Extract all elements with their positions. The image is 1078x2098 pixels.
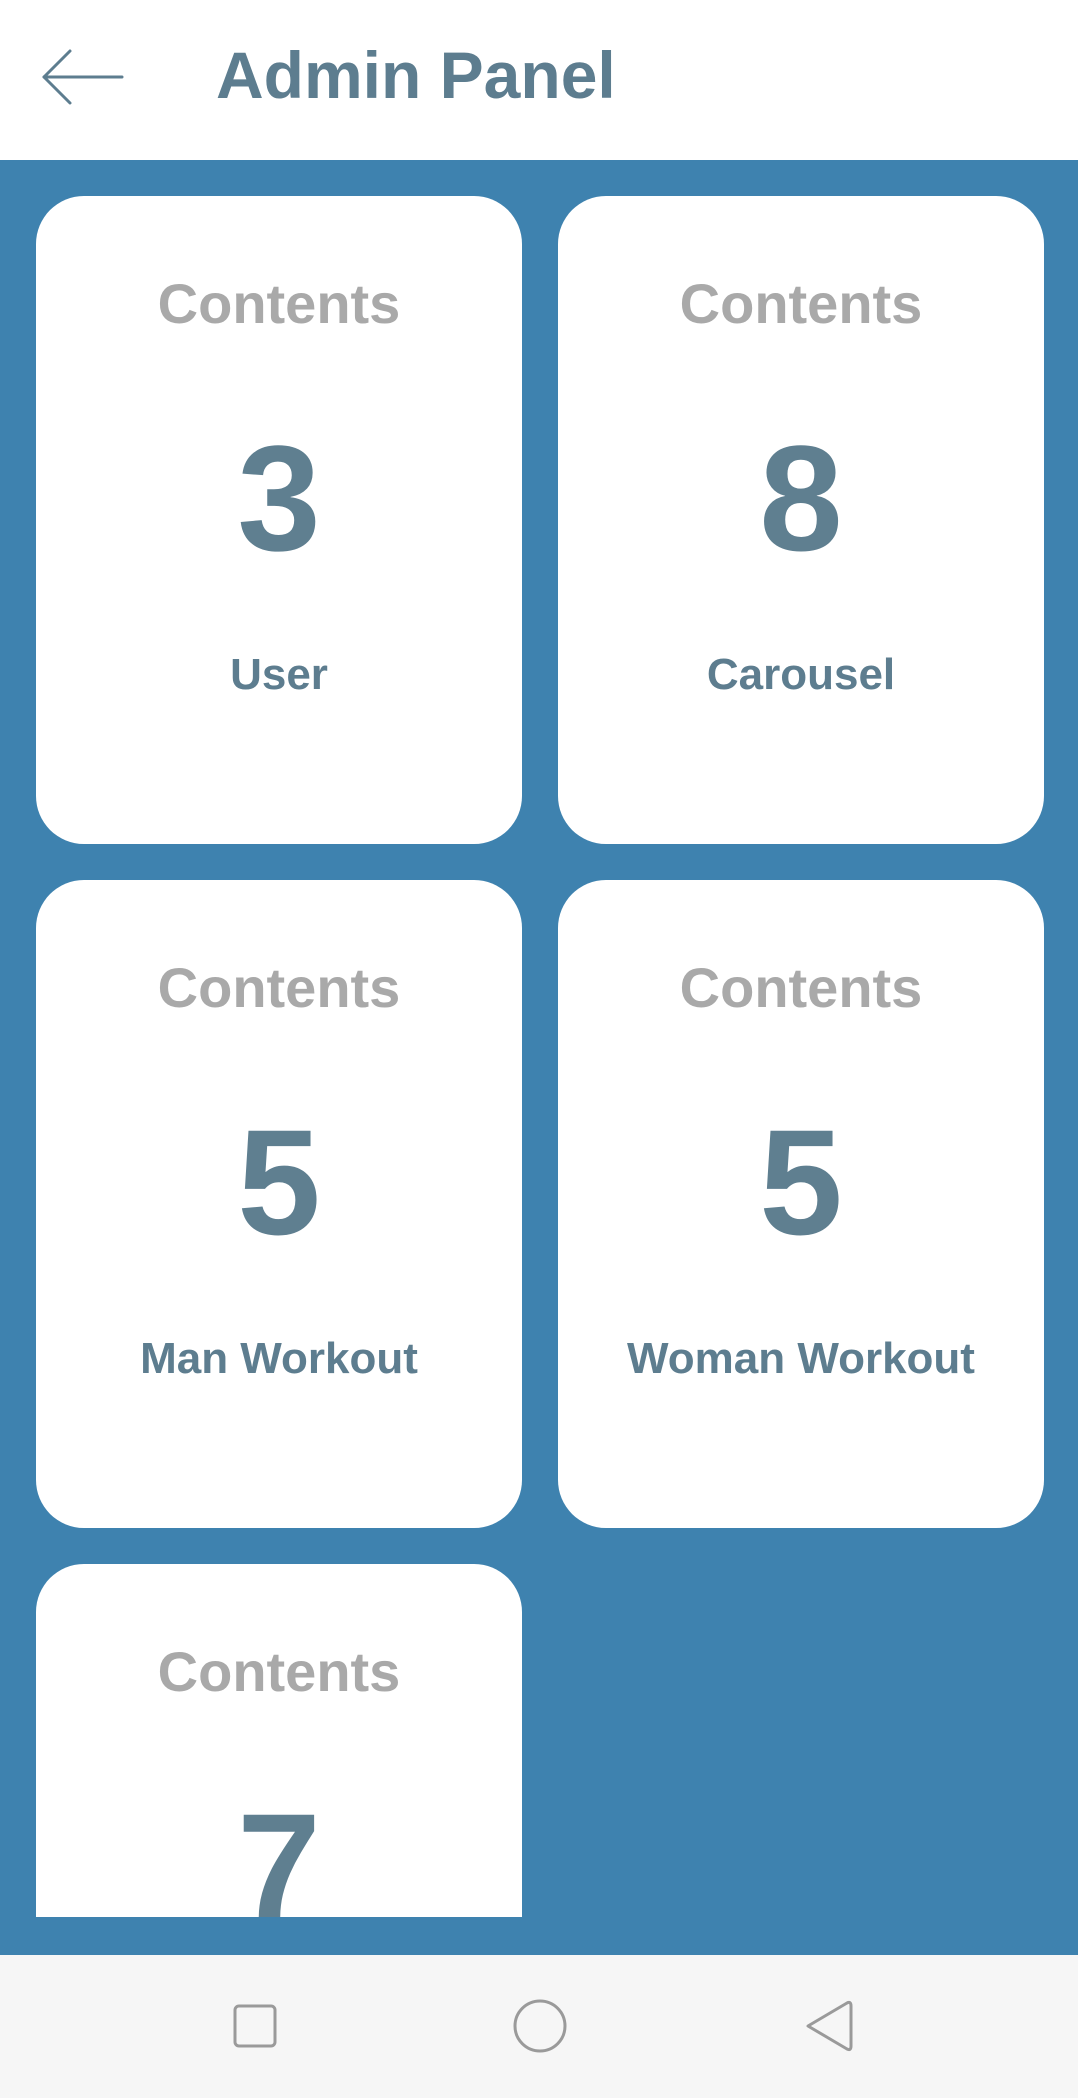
card-label: Woman Workout — [627, 1334, 975, 1383]
card-count: 8 — [759, 414, 843, 582]
card-count: 5 — [237, 1098, 321, 1266]
card-label: Man Workout — [140, 1334, 418, 1383]
triangle-back-icon — [806, 2000, 853, 2052]
card-heading: Contents — [157, 1640, 401, 1703]
card-heading: Contents — [679, 956, 923, 1019]
back-button[interactable] — [36, 40, 126, 114]
card-heading: Contents — [679, 272, 923, 335]
square-icon — [233, 2004, 277, 2048]
card-label: Carousel — [706, 650, 896, 699]
system-back-button[interactable] — [795, 1991, 865, 2061]
card-label: User — [230, 650, 328, 699]
circle-icon — [513, 1999, 567, 2053]
card-user[interactable]: Contents 3 User — [36, 196, 522, 844]
card-partial[interactable]: Contents 7 — [36, 1564, 522, 1917]
card-man-workout[interactable]: Contents 5 Man Workout — [36, 880, 522, 1528]
system-nav-bar — [0, 1955, 1078, 2098]
card-heading: Contents — [157, 956, 401, 1019]
arrow-left-icon — [42, 49, 124, 105]
app-bar: Admin Panel — [0, 0, 1078, 160]
dashboard-grid: Contents 3 User Contents 8 Carousel Cont… — [0, 160, 1078, 1955]
recents-button[interactable] — [220, 1991, 290, 2061]
card-carousel[interactable]: Contents 8 Carousel — [558, 196, 1044, 844]
card-heading: Contents — [157, 272, 401, 335]
card-count: 7 — [237, 1782, 321, 1917]
card-woman-workout[interactable]: Contents 5 Woman Workout — [558, 880, 1044, 1528]
page-title: Admin Panel — [216, 38, 616, 112]
home-button[interactable] — [505, 1991, 575, 2061]
card-count: 3 — [237, 414, 321, 582]
card-count: 5 — [759, 1098, 843, 1266]
